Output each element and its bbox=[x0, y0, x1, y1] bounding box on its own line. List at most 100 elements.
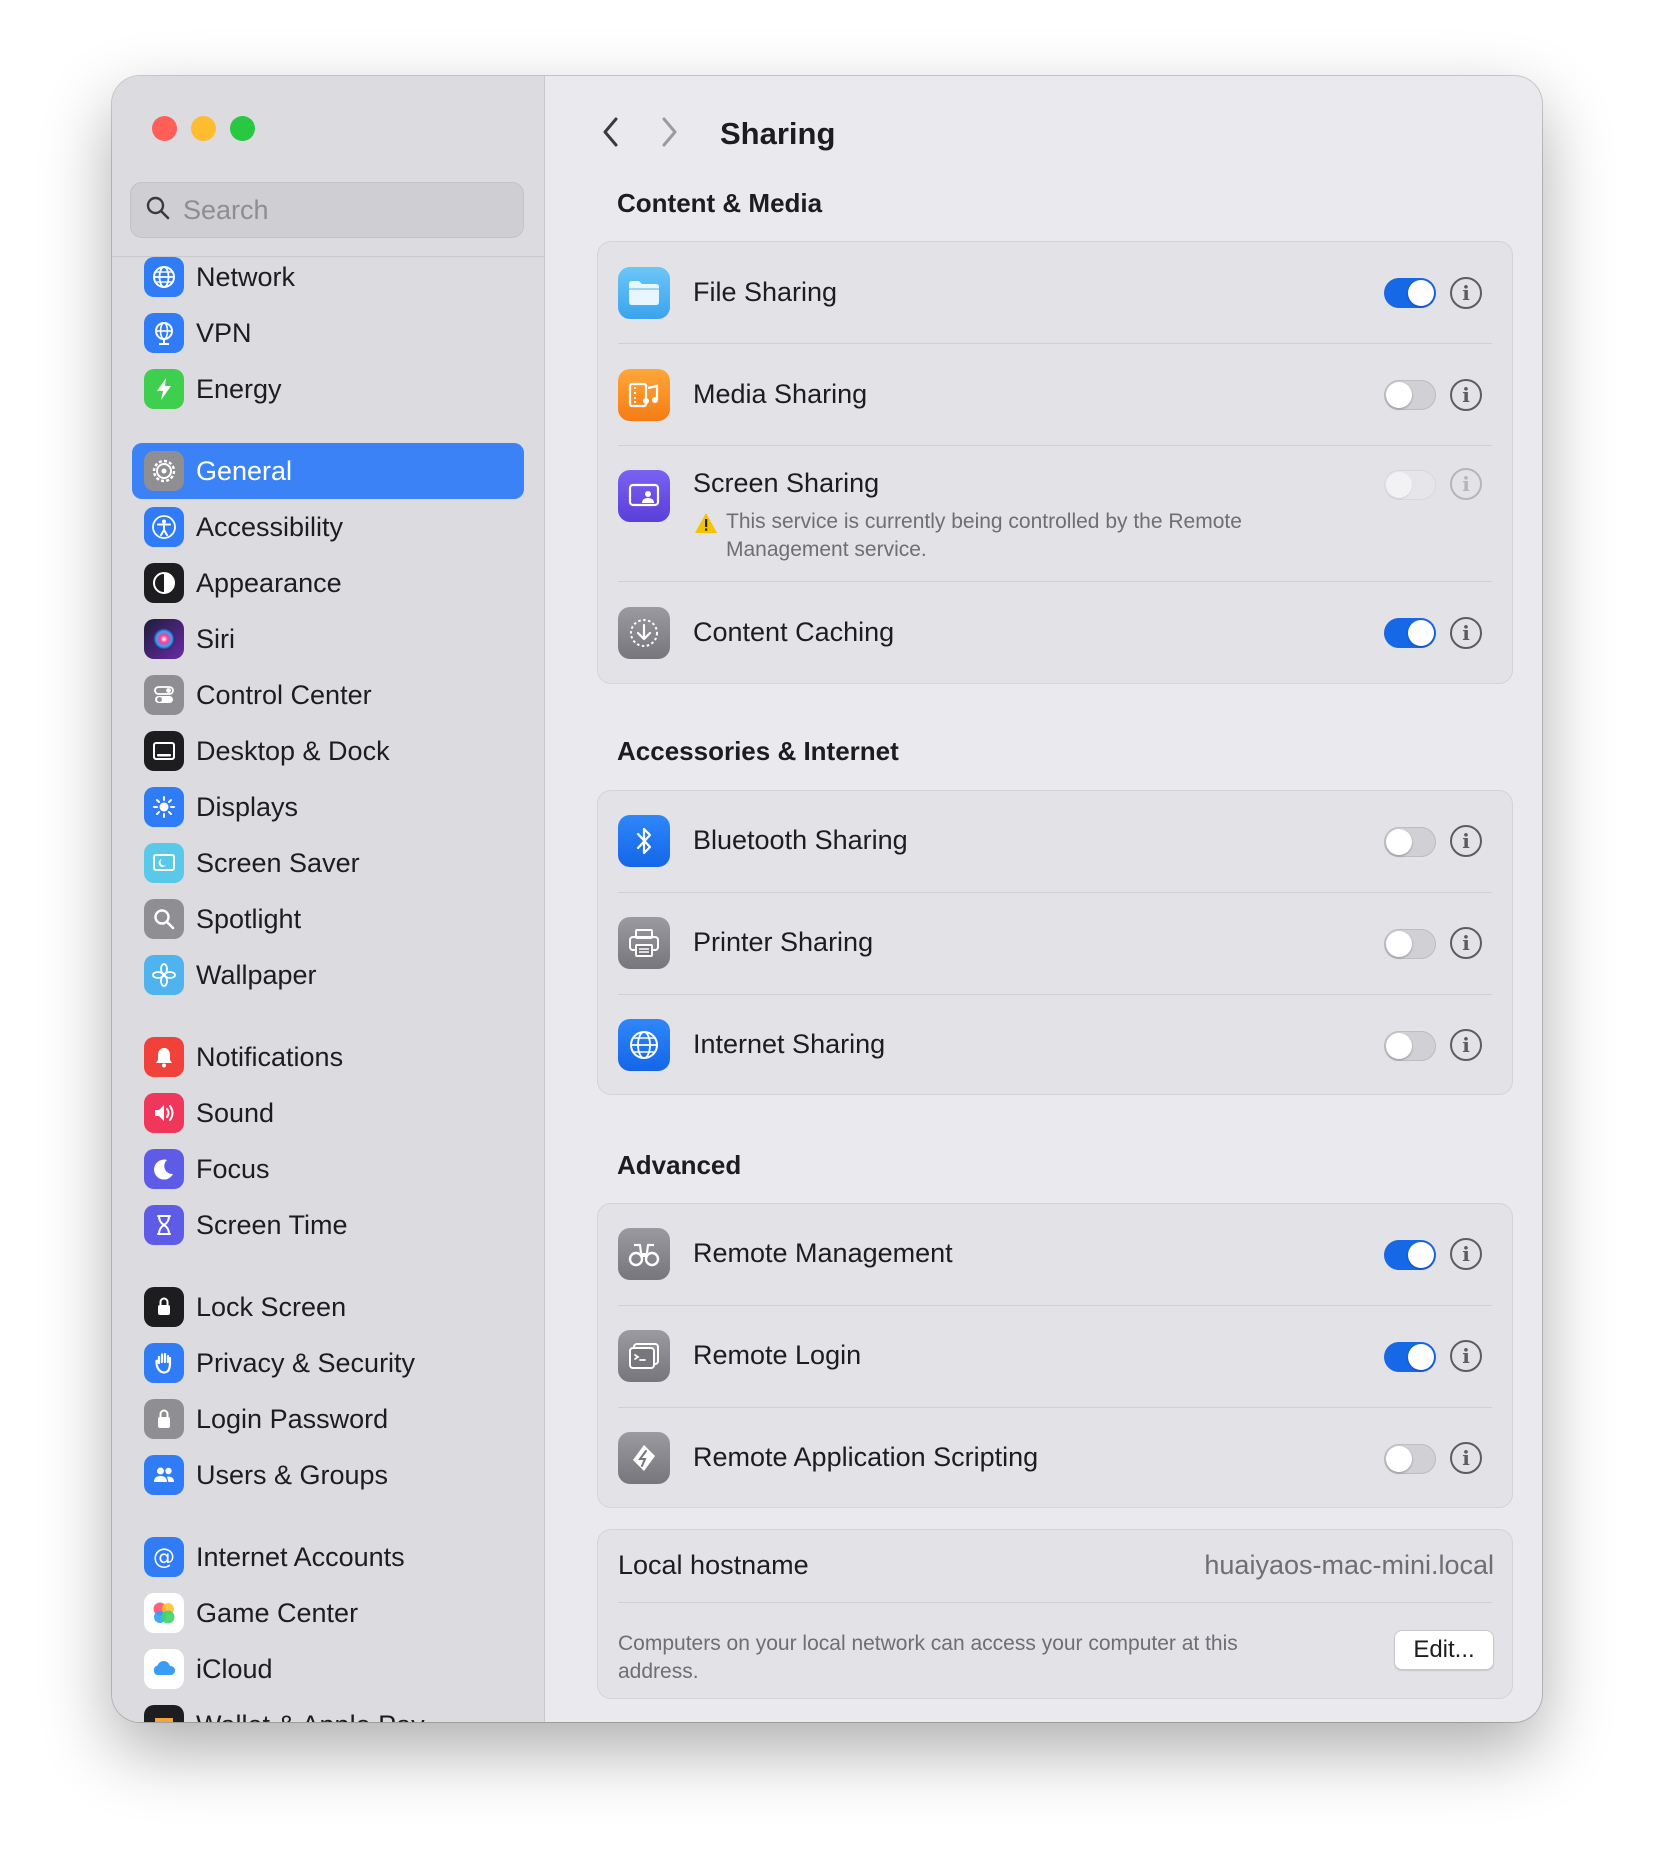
sidebar-item-wallpaper[interactable]: Wallpaper bbox=[132, 947, 524, 1003]
sidebar-item-label: Users & Groups bbox=[196, 1459, 389, 1490]
edit-hostname-button[interactable]: Edit... bbox=[1394, 1630, 1494, 1670]
remote-management-toggle[interactable] bbox=[1384, 1240, 1436, 1270]
row-label: Remote Management bbox=[693, 1238, 953, 1268]
siri-icon bbox=[144, 619, 184, 659]
sidebar-item-energy[interactable]: Energy bbox=[132, 361, 524, 417]
bluetooth-sharing-toggle[interactable] bbox=[1384, 827, 1436, 857]
internet-sharing-info-button[interactable]: i bbox=[1450, 1029, 1482, 1061]
sidebar-item-focus[interactable]: Focus bbox=[132, 1141, 524, 1197]
section-title-advanced: Advanced bbox=[617, 1150, 742, 1180]
remote-login-info-button[interactable]: i bbox=[1450, 1340, 1482, 1372]
main-pane: Sharing Content & Media File Sharing i M… bbox=[545, 76, 1542, 1722]
row-remote-application-scripting: Remote Application Scripting i bbox=[598, 1408, 1512, 1508]
media-sharing-info-button[interactable]: i bbox=[1450, 379, 1482, 411]
sidebar-item-vpn[interactable]: VPN bbox=[132, 305, 524, 361]
row-screen-sharing: Screen Sharing This service is currently… bbox=[598, 446, 1512, 582]
search-input[interactable] bbox=[181, 193, 485, 227]
internet-globe-icon bbox=[618, 1019, 670, 1071]
internet-sharing-toggle[interactable] bbox=[1384, 1031, 1436, 1061]
file-sharing-toggle[interactable] bbox=[1384, 278, 1436, 308]
sidebar-item-label: Notifications bbox=[196, 1041, 344, 1072]
content-caching-info-button[interactable]: i bbox=[1450, 617, 1482, 649]
local-hostname-label: Local hostname bbox=[618, 1550, 809, 1580]
sidebar-item-internet-accounts[interactable]: @ Internet Accounts bbox=[132, 1529, 524, 1585]
hostname-divider bbox=[618, 1602, 1492, 1603]
printer-icon bbox=[618, 917, 670, 969]
row-label: Remote Login bbox=[693, 1340, 862, 1370]
search-field[interactable] bbox=[130, 182, 524, 238]
sidebar-item-wallet[interactable]: Wallet & Apple Pay bbox=[132, 1697, 524, 1722]
screen-sharing-info-button[interactable]: i bbox=[1450, 468, 1482, 500]
remote-application-scripting-info-button[interactable]: i bbox=[1450, 1442, 1482, 1474]
sidebar-item-label: Lock Screen bbox=[196, 1291, 347, 1322]
sidebar-item-users-groups[interactable]: Users & Groups bbox=[132, 1447, 524, 1503]
sidebar-item-siri[interactable]: Siri bbox=[132, 611, 524, 667]
bluetooth-sharing-info-button[interactable]: i bbox=[1450, 825, 1482, 857]
sidebar-item-lock-screen[interactable]: Lock Screen bbox=[132, 1279, 524, 1335]
sidebar-item-notifications[interactable]: Notifications bbox=[132, 1029, 524, 1085]
sidebar-item-network[interactable]: Network bbox=[132, 257, 524, 305]
warning-icon bbox=[694, 512, 718, 539]
back-button[interactable] bbox=[591, 110, 631, 158]
sidebar-item-label: Displays bbox=[196, 791, 299, 822]
dock-icon bbox=[144, 731, 184, 771]
sidebar-item-label: Sound bbox=[196, 1097, 275, 1128]
printer-sharing-info-button[interactable]: i bbox=[1450, 927, 1482, 959]
row-label: Media Sharing bbox=[693, 379, 868, 409]
sidebar-item-icloud[interactable]: iCloud bbox=[132, 1641, 524, 1697]
group-local-hostname: Local hostname huaiyaos-mac-mini.local C… bbox=[597, 1529, 1513, 1699]
flower-icon bbox=[144, 955, 184, 995]
sidebar-item-desktop-dock[interactable]: Desktop & Dock bbox=[132, 723, 524, 779]
forward-button[interactable] bbox=[649, 110, 689, 158]
forward-chevron-icon bbox=[658, 115, 680, 154]
media-sharing-toggle[interactable] bbox=[1384, 380, 1436, 410]
sidebar: Network VPN Energy bbox=[112, 76, 545, 1722]
remote-management-info-button[interactable]: i bbox=[1450, 1238, 1482, 1270]
close-window-button[interactable] bbox=[152, 116, 177, 141]
content-caching-toggle[interactable] bbox=[1384, 618, 1436, 648]
sidebar-item-label: Siri bbox=[196, 623, 235, 654]
screen-saver-icon bbox=[144, 843, 184, 883]
group-advanced: Remote Management i Remote Login i Remot… bbox=[597, 1203, 1513, 1508]
sidebar-item-spotlight[interactable]: Spotlight bbox=[132, 891, 524, 947]
local-hostname-value: huaiyaos-mac-mini.local bbox=[1204, 1550, 1494, 1580]
sidebar-item-label: Focus bbox=[196, 1153, 270, 1184]
printer-sharing-toggle[interactable] bbox=[1384, 929, 1436, 959]
sidebar-item-general[interactable]: General bbox=[132, 443, 524, 499]
row-file-sharing: File Sharing i bbox=[598, 242, 1512, 344]
minimize-window-button[interactable] bbox=[191, 116, 216, 141]
group-accessories-internet: Bluetooth Sharing i Printer Sharing i In… bbox=[597, 790, 1513, 1095]
section-title-accessories-internet: Accessories & Internet bbox=[617, 736, 899, 766]
sidebar-item-label: iCloud bbox=[196, 1653, 273, 1684]
sidebar-item-privacy-security[interactable]: Privacy & Security bbox=[132, 1335, 524, 1391]
back-chevron-icon bbox=[600, 115, 622, 154]
sidebar-item-game-center[interactable]: Game Center bbox=[132, 1585, 524, 1641]
sidebar-item-screen-saver[interactable]: Screen Saver bbox=[132, 835, 524, 891]
sidebar-item-accessibility[interactable]: Accessibility bbox=[132, 499, 524, 555]
content-caching-icon bbox=[618, 607, 670, 659]
sidebar-item-appearance[interactable]: Appearance bbox=[132, 555, 524, 611]
remote-application-scripting-toggle[interactable] bbox=[1384, 1444, 1436, 1474]
sidebar-item-sound[interactable]: Sound bbox=[132, 1085, 524, 1141]
media-icon bbox=[618, 369, 670, 421]
settings-window: Network VPN Energy bbox=[112, 76, 1542, 1722]
sidebar-item-label: General bbox=[196, 455, 293, 486]
game-center-icon bbox=[144, 1593, 184, 1633]
sidebar-item-label: Screen Saver bbox=[196, 847, 360, 878]
sidebar-item-login-password[interactable]: Login Password bbox=[132, 1391, 524, 1447]
file-sharing-info-button[interactable]: i bbox=[1450, 277, 1482, 309]
row-media-sharing: Media Sharing i bbox=[598, 344, 1512, 446]
sidebar-item-control-center[interactable]: Control Center bbox=[132, 667, 524, 723]
remote-login-toggle[interactable] bbox=[1384, 1342, 1436, 1372]
bolt-icon bbox=[144, 369, 184, 409]
wallet-icon bbox=[144, 1705, 184, 1722]
row-internet-sharing: Internet Sharing i bbox=[598, 995, 1512, 1095]
zoom-window-button[interactable] bbox=[230, 116, 255, 141]
sidebar-item-displays[interactable]: Displays bbox=[132, 779, 524, 835]
gear-icon bbox=[144, 451, 184, 491]
sidebar-item-screen-time[interactable]: Screen Time bbox=[132, 1197, 524, 1253]
script-icon bbox=[618, 1432, 670, 1484]
screen-sharing-toggle[interactable] bbox=[1384, 470, 1436, 500]
sun-icon bbox=[144, 787, 184, 827]
sidebar-item-label: Desktop & Dock bbox=[196, 735, 390, 766]
